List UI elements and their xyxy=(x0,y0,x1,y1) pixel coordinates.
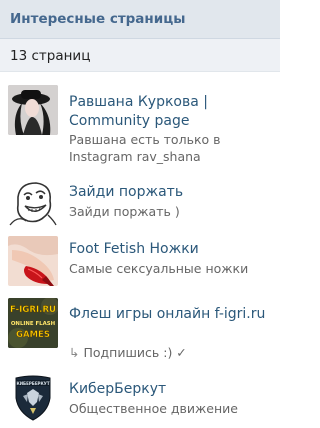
list-item: Равшана Куркова | Community page Равшана… xyxy=(0,80,280,164)
reply-arrow-icon: ↳ xyxy=(69,345,80,360)
widget-title[interactable]: Интересные страницы xyxy=(10,11,185,27)
widget-header[interactable]: Интересные страницы xyxy=(0,0,280,39)
page-description-line: ↳ Подпишись :) ✓ xyxy=(69,344,274,361)
online-flash-games-logo-icon[interactable]: F-IGRI.RU ONLINE FLASH GAMES xyxy=(8,298,58,348)
logo-lettering: GAMES xyxy=(16,330,50,340)
woman-with-hat-photo-icon[interactable] xyxy=(8,85,58,135)
meme-face-icon[interactable] xyxy=(8,177,58,227)
page-description: Зайди поржать ) xyxy=(69,204,180,219)
pages-count-bar: 13 страниц xyxy=(0,39,280,72)
interesting-pages-widget: Интересные страницы 13 страниц Равшана К… xyxy=(0,0,280,428)
page-link-title[interactable]: КиберБеркут xyxy=(69,380,274,399)
red-shoe-photo-icon[interactable] xyxy=(8,236,58,286)
list-item: F-IGRI.RU ONLINE FLASH GAMES Флеш игры о… xyxy=(0,292,280,364)
page-link-title[interactable]: Равшана Куркова | Community page xyxy=(69,93,274,131)
shield-emblem-icon[interactable]: КИБЕРБЕРКУТ xyxy=(8,372,58,422)
page-description: Самые сексуальные ножки xyxy=(69,261,249,276)
page-link-title[interactable]: Флеш игры онлайн f-igri.ru xyxy=(69,305,274,324)
page-description: Подпишись :) ✓ xyxy=(83,345,187,360)
logo-lettering: F-IGRI.RU xyxy=(10,305,56,315)
page-link-title[interactable]: Зайди поржать xyxy=(69,183,274,202)
list-item: КИБЕРБЕРКУТ КиберБеркут Общественное дви… xyxy=(0,366,280,428)
list-item: Foot Fetish Ножки Самые сексуальные ножк… xyxy=(0,232,280,288)
page-link-title[interactable]: Foot Fetish Ножки xyxy=(69,240,274,259)
list-item: Зайди поржать Зайди поржать ) xyxy=(0,170,280,230)
page-description: Общественное движение xyxy=(69,401,238,416)
page-description: Равшана есть только в Instagram rav_shan… xyxy=(69,132,221,164)
pages-count: 13 страниц xyxy=(10,48,91,64)
logo-lettering: ONLINE FLASH xyxy=(11,321,56,327)
logo-lettering: КИБЕРБЕРКУТ xyxy=(16,381,49,386)
